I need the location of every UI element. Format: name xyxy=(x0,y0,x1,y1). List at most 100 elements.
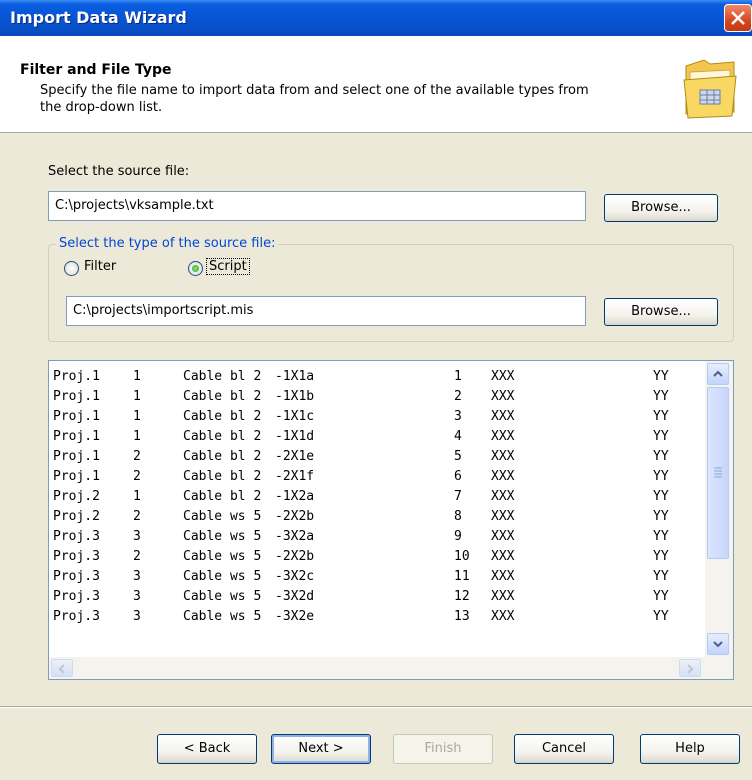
list-cell: -1X1a xyxy=(275,369,315,384)
finish-button[interactable]: Finish xyxy=(393,734,493,764)
back-button[interactable]: < Back xyxy=(157,734,257,764)
list-item[interactable]: Proj.3 3 Cable ws 5 -3X2d 12 XXX YY xyxy=(49,587,704,607)
list-cell: YY xyxy=(653,429,669,444)
list-cell: Proj.1 xyxy=(53,389,100,404)
list-cell: Proj.3 xyxy=(53,609,100,624)
filter-radio[interactable] xyxy=(64,261,79,276)
scroll-right-button[interactable] xyxy=(679,659,701,677)
list-cell: 10 xyxy=(454,549,470,564)
list-cell: Cable ws 5 xyxy=(183,589,262,604)
list-cell: Cable ws 5 xyxy=(183,509,262,524)
vertical-scrollbar[interactable] xyxy=(705,361,733,657)
list-cell: YY xyxy=(653,449,669,464)
chevron-left-icon xyxy=(58,664,65,674)
list-cell: 3 xyxy=(133,569,141,584)
list-cell: Proj.1 xyxy=(53,409,100,424)
list-cell: YY xyxy=(653,489,669,504)
horizontal-scrollbar[interactable] xyxy=(49,657,733,679)
list-cell: 3 xyxy=(133,529,141,544)
list-item[interactable]: Proj.1 2 Cable bl 2 -2X1f 6 XXX YY xyxy=(49,467,704,487)
list-cell: 2 xyxy=(133,549,141,564)
list-cell: -2X1e xyxy=(275,449,315,464)
list-cell: -1X1d xyxy=(275,429,315,444)
list-item[interactable]: Proj.3 3 Cable ws 5 -3X2a 9 XXX YY xyxy=(49,527,704,547)
list-item[interactable]: Proj.1 2 Cable bl 2 -2X1e 5 XXX YY xyxy=(49,447,704,467)
list-cell: 3 xyxy=(454,409,462,424)
scroll-thumb[interactable] xyxy=(707,387,729,559)
list-cell: Proj.2 xyxy=(53,509,100,524)
list-cell: -1X1b xyxy=(275,389,315,404)
list-cell: Cable bl 2 xyxy=(183,469,262,484)
title-bar[interactable]: Import Data Wizard xyxy=(0,0,752,36)
list-cell: Cable bl 2 xyxy=(183,489,262,504)
list-cell: -3X2d xyxy=(275,589,315,604)
close-button[interactable] xyxy=(724,4,752,32)
help-button[interactable]: Help xyxy=(640,734,740,764)
list-cell: XXX xyxy=(491,389,515,404)
close-icon xyxy=(731,11,745,25)
scroll-left-button[interactable] xyxy=(51,659,73,677)
source-file-label: Select the source file: xyxy=(48,164,190,179)
footer-divider xyxy=(0,706,752,708)
list-cell: Cable bl 2 xyxy=(183,369,262,384)
list-item[interactable]: Proj.3 3 Cable ws 5 -3X2e 13 XXX YY xyxy=(49,607,704,627)
script-radio-label[interactable]: Script xyxy=(206,258,250,275)
next-button[interactable]: Next > xyxy=(271,734,371,764)
script-radio[interactable] xyxy=(188,261,203,276)
chevron-right-icon xyxy=(687,664,694,674)
scroll-up-button[interactable] xyxy=(707,363,729,385)
list-item[interactable]: Proj.2 2 Cable ws 5 -2X2b 8 XXX YY xyxy=(49,507,704,527)
source-type-group-label: Select the type of the source file: xyxy=(56,236,279,251)
list-item[interactable]: Proj.1 1 Cable bl 2 -1X1b 2 XXX YY xyxy=(49,387,704,407)
list-cell: Proj.1 xyxy=(53,449,100,464)
list-cell: XXX xyxy=(491,569,515,584)
list-cell: XXX xyxy=(491,449,515,464)
list-item[interactable]: Proj.1 1 Cable bl 2 -1X1a 1 XXX YY xyxy=(49,367,704,387)
list-cell: XXX xyxy=(491,609,515,624)
list-cell: -3X2c xyxy=(275,569,315,584)
list-item[interactable]: Proj.3 2 Cable ws 5 -2X2b 10 XXX YY xyxy=(49,547,704,567)
list-cell: 3 xyxy=(133,609,141,624)
list-cell: YY xyxy=(653,549,669,564)
list-cell: -3X2e xyxy=(275,609,315,624)
chevron-up-icon xyxy=(713,370,723,377)
list-cell: -2X2b xyxy=(275,549,315,564)
list-cell: YY xyxy=(653,589,669,604)
list-cell: Cable bl 2 xyxy=(183,409,262,424)
list-cell: Proj.1 xyxy=(53,369,100,384)
list-cell: Proj.3 xyxy=(53,529,100,544)
list-cell: 1 xyxy=(133,429,141,444)
source-type-group xyxy=(48,244,734,342)
list-item[interactable]: Proj.1 1 Cable bl 2 -1X1c 3 XXX YY xyxy=(49,407,704,427)
cancel-button[interactable]: Cancel xyxy=(514,734,614,764)
list-cell: Cable bl 2 xyxy=(183,449,262,464)
list-item[interactable]: Proj.1 1 Cable bl 2 -1X1d 4 XXX YY xyxy=(49,427,704,447)
list-cell: 4 xyxy=(454,429,462,444)
list-cell: Cable bl 2 xyxy=(183,389,262,404)
list-cell: 7 xyxy=(454,489,462,504)
list-cell: -1X2a xyxy=(275,489,315,504)
list-cell: Cable ws 5 xyxy=(183,529,262,544)
data-preview-list[interactable]: Proj.1 1 Cable bl 2 -1X1a 1 XXX YY Proj.1 1 Cable… xyxy=(48,360,734,680)
list-cell: XXX xyxy=(491,509,515,524)
list-cell: 11 xyxy=(454,569,470,584)
browse-script-button[interactable]: Browse... xyxy=(604,298,718,326)
header-description: Specify the file name to import data fro… xyxy=(40,83,589,115)
list-cell: 9 xyxy=(454,529,462,544)
header-title: Filter and File Type xyxy=(20,62,172,78)
list-cell: 6 xyxy=(454,469,462,484)
browse-source-button[interactable]: Browse... xyxy=(604,194,718,222)
script-path-input[interactable]: C:\projects\importscript.mis xyxy=(66,296,586,326)
list-cell: YY xyxy=(653,609,669,624)
filter-radio-label[interactable]: Filter xyxy=(84,259,116,274)
list-cell: YY xyxy=(653,529,669,544)
list-cell: 1 xyxy=(454,369,462,384)
source-file-input[interactable]: C:\projects\vksample.txt xyxy=(48,191,586,221)
list-item[interactable]: Proj.2 1 Cable bl 2 -1X2a 7 XXX YY xyxy=(49,487,704,507)
list-cell: XXX xyxy=(491,469,515,484)
list-cell: XXX xyxy=(491,529,515,544)
chevron-down-icon xyxy=(713,641,723,648)
list-item[interactable]: Proj.3 3 Cable ws 5 -3X2c 11 XXX YY xyxy=(49,567,704,587)
list-cell: Cable ws 5 xyxy=(183,549,262,564)
scroll-down-button[interactable] xyxy=(707,633,729,655)
